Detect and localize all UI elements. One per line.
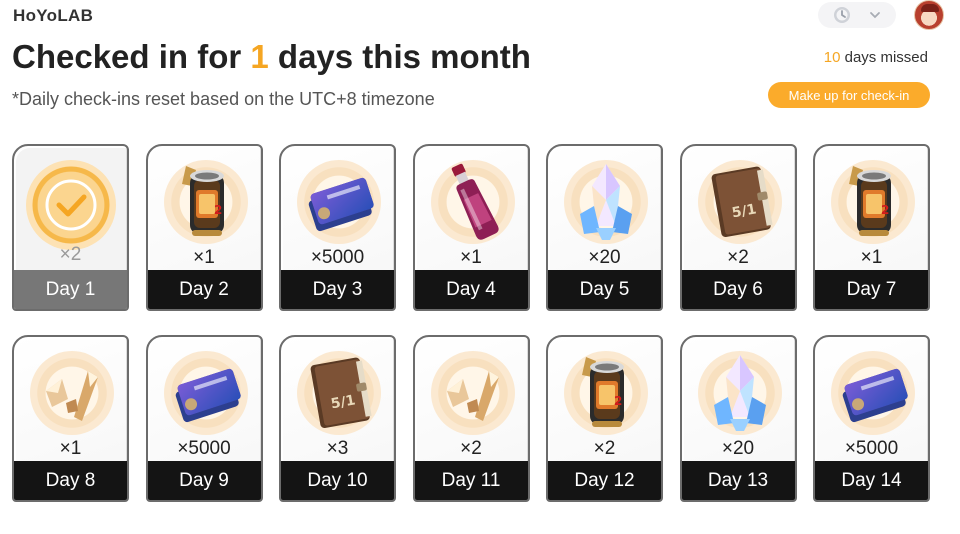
missed-suffix: days missed (840, 49, 928, 66)
reward-quantity: ×2 (727, 247, 749, 268)
reward-card-day-4[interactable]: ×1 Day 4 (412, 144, 530, 311)
reward-card-day-14[interactable]: ×5000 Day 14 (813, 335, 930, 502)
make-up-checkin-button[interactable]: Make up for check-in (768, 82, 930, 108)
potion-bottle-icon (433, 156, 513, 246)
chevron-down-icon[interactable] (868, 8, 882, 22)
page-title: Checked in for 1 days this month (12, 38, 531, 76)
reward-card-day-11[interactable]: ×2 Day 11 (412, 335, 530, 502)
reward-quantity: ×1 (860, 247, 883, 268)
reward-quantity: ×20 (721, 438, 755, 459)
reward-day-label: Day 7 (815, 270, 928, 309)
reward-card-day-2[interactable]: 2 ×1 Day 2 (145, 144, 263, 311)
battery-canister-icon: 2 (833, 156, 913, 246)
title-prefix: Checked in for (12, 38, 251, 75)
credit-cards-icon (833, 347, 913, 437)
reward-day-label: Day 6 (681, 270, 795, 309)
checked-in-count: 1 (250, 38, 269, 75)
svg-text:2: 2 (214, 203, 222, 217)
ore-fragments-icon (32, 347, 112, 437)
reward-quantity: ×5000 (844, 438, 899, 459)
reward-quantity: ×2 (593, 438, 616, 459)
credit-cards-icon (166, 347, 246, 437)
reward-card-day-6[interactable]: 5/1 ×2 Day 6 (679, 144, 797, 311)
reward-day-label: Day 4 (414, 270, 528, 309)
reward-card-day-8[interactable]: ×1 Day 8 (12, 335, 129, 502)
reward-card-day-1[interactable]: ×2 Day 1 (12, 144, 129, 311)
reward-quantity: ×1 (59, 438, 82, 459)
battery-canister-icon: 2 (566, 347, 646, 437)
reward-card-day-10[interactable]: 5/1 ×3 Day 10 (279, 335, 396, 502)
book-icon: 5/1 (700, 156, 780, 246)
reward-day-label: Day 5 (548, 270, 661, 309)
timezone-note: *Daily check-ins reset based on the UTC+… (12, 89, 435, 109)
reward-card-day-9[interactable]: ×5000 Day 9 (145, 335, 263, 502)
svg-text:2: 2 (614, 394, 622, 408)
reward-quantity: ×3 (326, 438, 349, 459)
reward-card-day-7[interactable]: 2 ×1 Day 7 (813, 144, 930, 311)
reward-card-day-13[interactable]: ×20 Day 13 (679, 335, 797, 502)
battery-canister-icon: 2 (166, 156, 246, 246)
reward-quantity: ×1 (460, 247, 482, 268)
reward-day-label: Day 12 (548, 461, 661, 500)
reward-day-label: Day 10 (281, 461, 394, 500)
missed-days: 10 days missed (824, 49, 928, 66)
hoyolab-logo[interactable]: HoYoLAB (13, 6, 93, 26)
crystal-icon (700, 347, 780, 437)
ore-fragments-icon (433, 347, 513, 437)
reward-quantity: ×5000 (177, 438, 231, 459)
reward-day-label: Day 1 (14, 270, 127, 309)
top-controls[interactable] (818, 2, 896, 28)
reward-day-label: Day 13 (681, 461, 795, 500)
reward-card-day-12[interactable]: 2 ×2 Day 12 (546, 335, 663, 502)
checkmark-icon (26, 160, 116, 250)
crystal-icon (566, 156, 646, 246)
reward-card-day-5[interactable]: ×20 Day 5 (546, 144, 663, 311)
clock-icon[interactable] (832, 5, 852, 25)
reward-quantity: ×20 (588, 247, 621, 268)
reward-day-label: Day 2 (147, 270, 261, 309)
book-icon: 5/1 (299, 347, 379, 437)
reward-day-label: Day 3 (281, 270, 394, 309)
title-suffix: days this month (268, 38, 531, 75)
reward-day-label: Day 8 (14, 461, 127, 500)
reward-quantity: ×5000 (310, 247, 365, 268)
credit-cards-icon (299, 156, 379, 246)
reward-quantity: ×1 (193, 247, 215, 268)
user-avatar[interactable] (914, 0, 944, 30)
reward-quantity: ×2 (59, 244, 82, 265)
reward-day-label: Day 11 (414, 461, 528, 500)
svg-text:2: 2 (881, 203, 889, 217)
reward-day-label: Day 9 (147, 461, 261, 500)
reward-card-day-3[interactable]: ×5000 Day 3 (279, 144, 396, 311)
reward-day-label: Day 14 (815, 461, 928, 500)
reward-quantity: ×2 (460, 438, 482, 459)
missed-count: 10 (823, 49, 841, 66)
